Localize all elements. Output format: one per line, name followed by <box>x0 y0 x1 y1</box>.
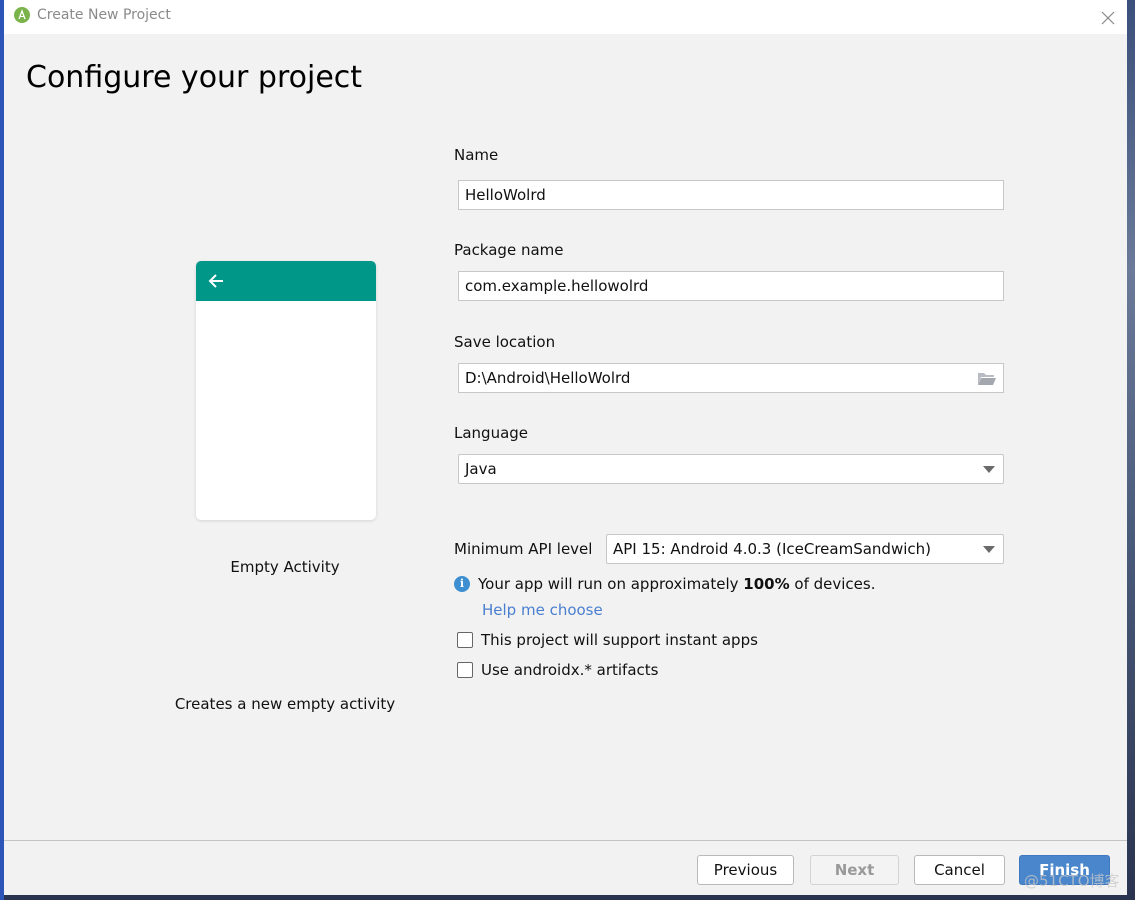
window-title: Create New Project <box>37 7 171 23</box>
info-text-prefix: Your app will run on approximately <box>478 575 744 593</box>
language-label: Language <box>454 424 529 442</box>
template-description: Creates a new empty activity <box>174 695 396 713</box>
save-location-label: Save location <box>454 333 556 351</box>
instant-apps-label: This project will support instant apps <box>481 631 758 649</box>
arrow-back-icon <box>208 274 223 288</box>
save-location-value: D:\Android\HelloWolrd <box>465 369 631 387</box>
watermark: @51CTO博客 <box>1024 872 1120 890</box>
title-bar: Create New Project <box>4 0 1127 34</box>
androidx-checkbox[interactable] <box>457 662 473 678</box>
close-button[interactable] <box>1095 4 1121 30</box>
language-dropdown[interactable]: Java <box>458 454 1004 484</box>
previous-button[interactable]: Previous <box>697 855 794 885</box>
info-icon: i <box>454 576 470 592</box>
create-project-dialog: Create New Project Configure your projec… <box>4 0 1127 895</box>
androidx-option[interactable]: Use androidx.* artifacts <box>457 661 658 679</box>
min-api-label: Minimum API level <box>454 540 593 558</box>
chevron-down-icon <box>983 546 995 553</box>
activity-preview <box>196 261 376 520</box>
footer-divider <box>4 840 1127 841</box>
info-percent: 100% <box>743 575 790 593</box>
name-label: Name <box>454 146 499 164</box>
template-name: Empty Activity <box>230 558 340 576</box>
folder-open-icon[interactable] <box>977 372 997 386</box>
min-api-dropdown[interactable]: API 15: Android 4.0.3 (IceCreamSandwich) <box>606 534 1004 564</box>
next-button[interactable]: Next <box>810 855 899 885</box>
device-coverage-info: i Your app will run on approximately 100… <box>454 575 876 593</box>
chevron-down-icon <box>983 466 995 473</box>
page-title: Configure your project <box>26 60 363 95</box>
language-value: Java <box>465 460 497 478</box>
name-field[interactable]: HelloWolrd <box>458 180 1004 210</box>
info-text-suffix: of devices. <box>789 575 876 593</box>
help-me-choose-link[interactable]: Help me choose <box>482 601 603 619</box>
min-api-value: API 15: Android 4.0.3 (IceCreamSandwich) <box>613 540 931 558</box>
close-icon <box>1101 11 1115 25</box>
package-name-field[interactable]: com.example.hellowolrd <box>458 271 1004 301</box>
androidx-label: Use androidx.* artifacts <box>481 661 659 679</box>
android-studio-icon <box>14 7 30 23</box>
preview-app-bar <box>196 261 376 301</box>
cancel-button[interactable]: Cancel <box>914 855 1005 885</box>
instant-apps-option[interactable]: This project will support instant apps <box>457 631 758 649</box>
save-location-field[interactable]: D:\Android\HelloWolrd <box>458 363 1004 393</box>
instant-apps-checkbox[interactable] <box>457 632 473 648</box>
package-name-label: Package name <box>454 241 564 259</box>
